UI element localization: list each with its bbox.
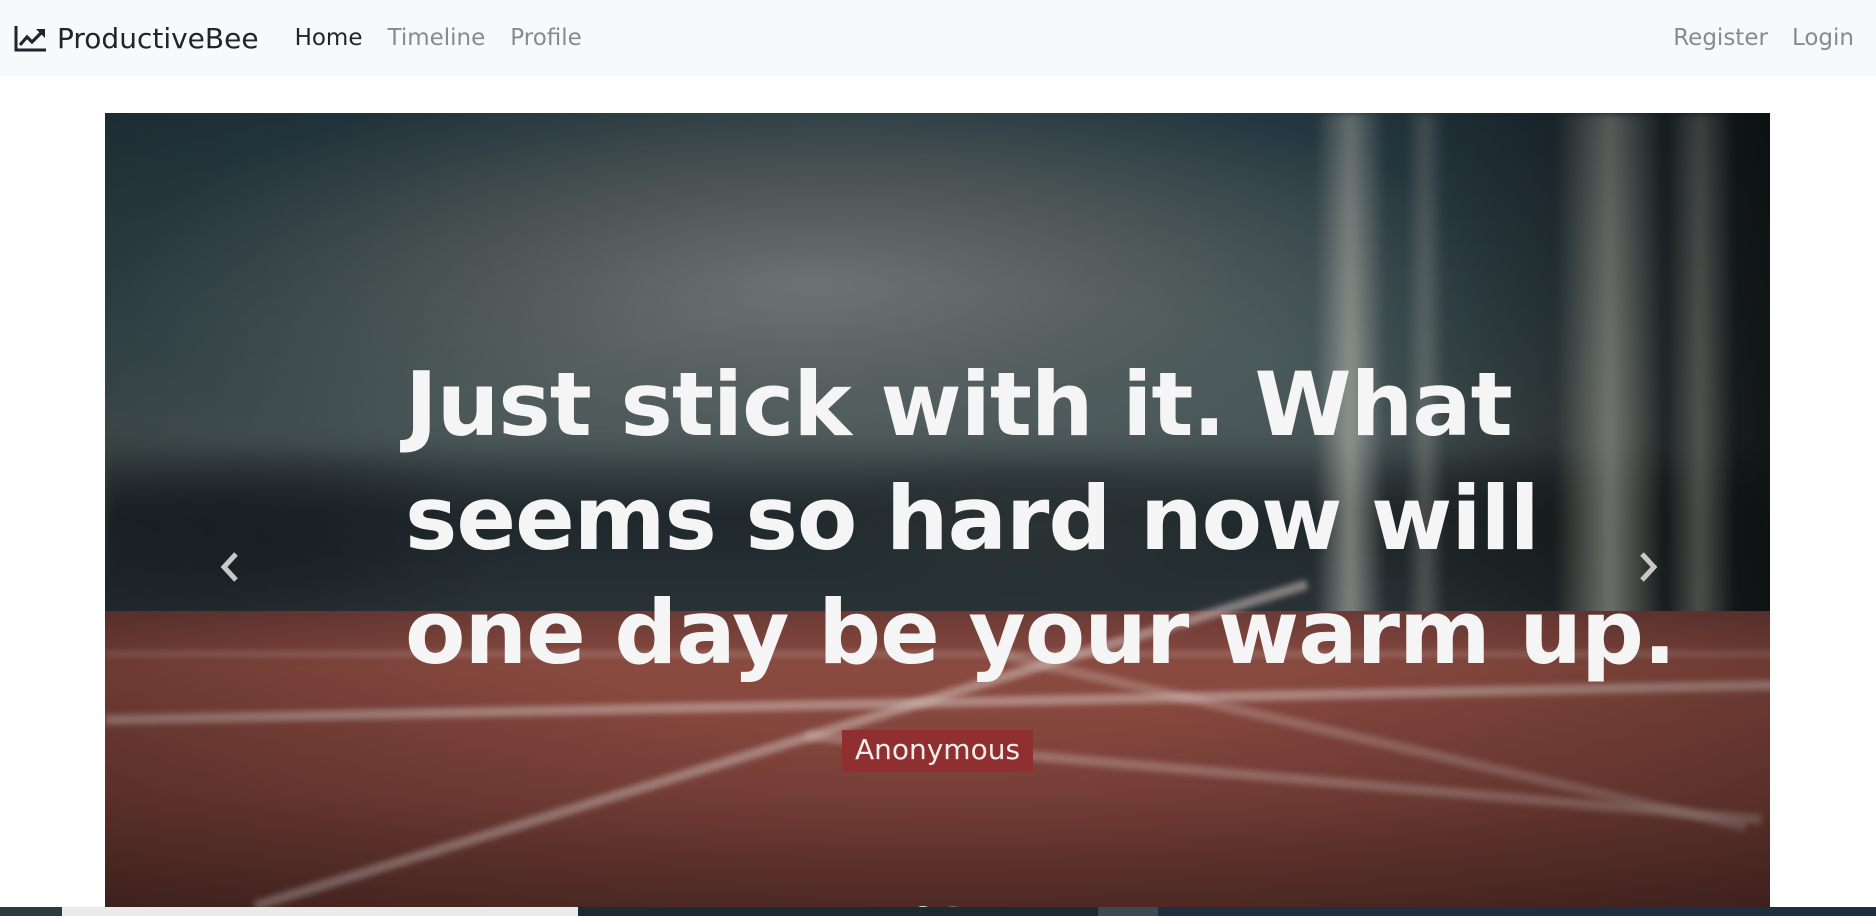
primary-nav: Home Timeline Profile xyxy=(295,25,607,51)
carousel-next-button[interactable] xyxy=(1628,543,1668,591)
nav-profile[interactable]: Profile xyxy=(510,25,582,51)
brand-name: ProductiveBee xyxy=(57,21,259,55)
nav-register[interactable]: Register xyxy=(1673,25,1768,51)
nav-home[interactable]: Home xyxy=(295,25,363,51)
chevron-left-icon xyxy=(220,552,238,582)
chart-line-icon xyxy=(14,26,46,52)
quote-carousel: Just stick with it. What seems so hard n… xyxy=(105,113,1770,916)
quote-text: Just stick with it. What seems so hard n… xyxy=(405,348,1676,690)
taskbar-strip xyxy=(0,907,1876,916)
nav-login[interactable]: Login xyxy=(1792,25,1854,51)
auth-nav: Register Login xyxy=(1649,25,1854,51)
quote-author: Anonymous xyxy=(841,730,1034,772)
quote-author-wrap: Anonymous xyxy=(105,730,1770,772)
quote-line: seems so hard now will xyxy=(405,467,1540,570)
quote-line: Just stick with it. What xyxy=(405,353,1513,456)
navbar: ProductiveBee Home Timeline Profile Regi… xyxy=(0,0,1876,76)
nav-timeline[interactable]: Timeline xyxy=(387,25,485,51)
carousel-prev-button[interactable] xyxy=(210,543,250,591)
quote-line: one day be your warm up. xyxy=(405,581,1676,684)
chevron-right-icon xyxy=(1640,552,1658,582)
brand-link[interactable]: ProductiveBee xyxy=(14,22,259,55)
